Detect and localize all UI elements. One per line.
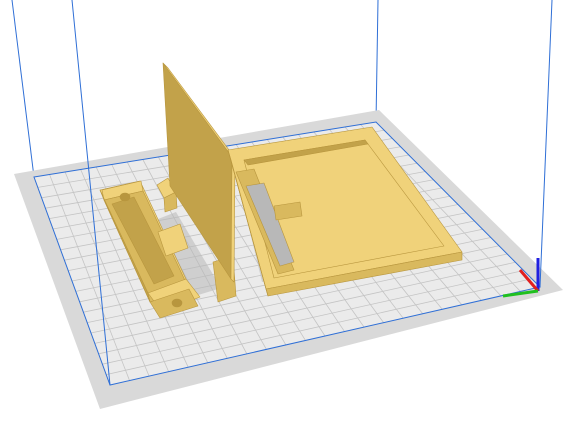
bracket-hole-top: [119, 192, 131, 202]
panel-right-edge: [230, 156, 236, 283]
bracket-hole-bottom: [171, 298, 183, 308]
volume-edge-back-right: [375, 0, 379, 123]
volume-edge-front-right: [539, 0, 553, 288]
volume-edge-back-left: [11, 0, 35, 178]
3d-viewport[interactable]: [0, 0, 570, 438]
scene-canvas[interactable]: [0, 0, 570, 438]
